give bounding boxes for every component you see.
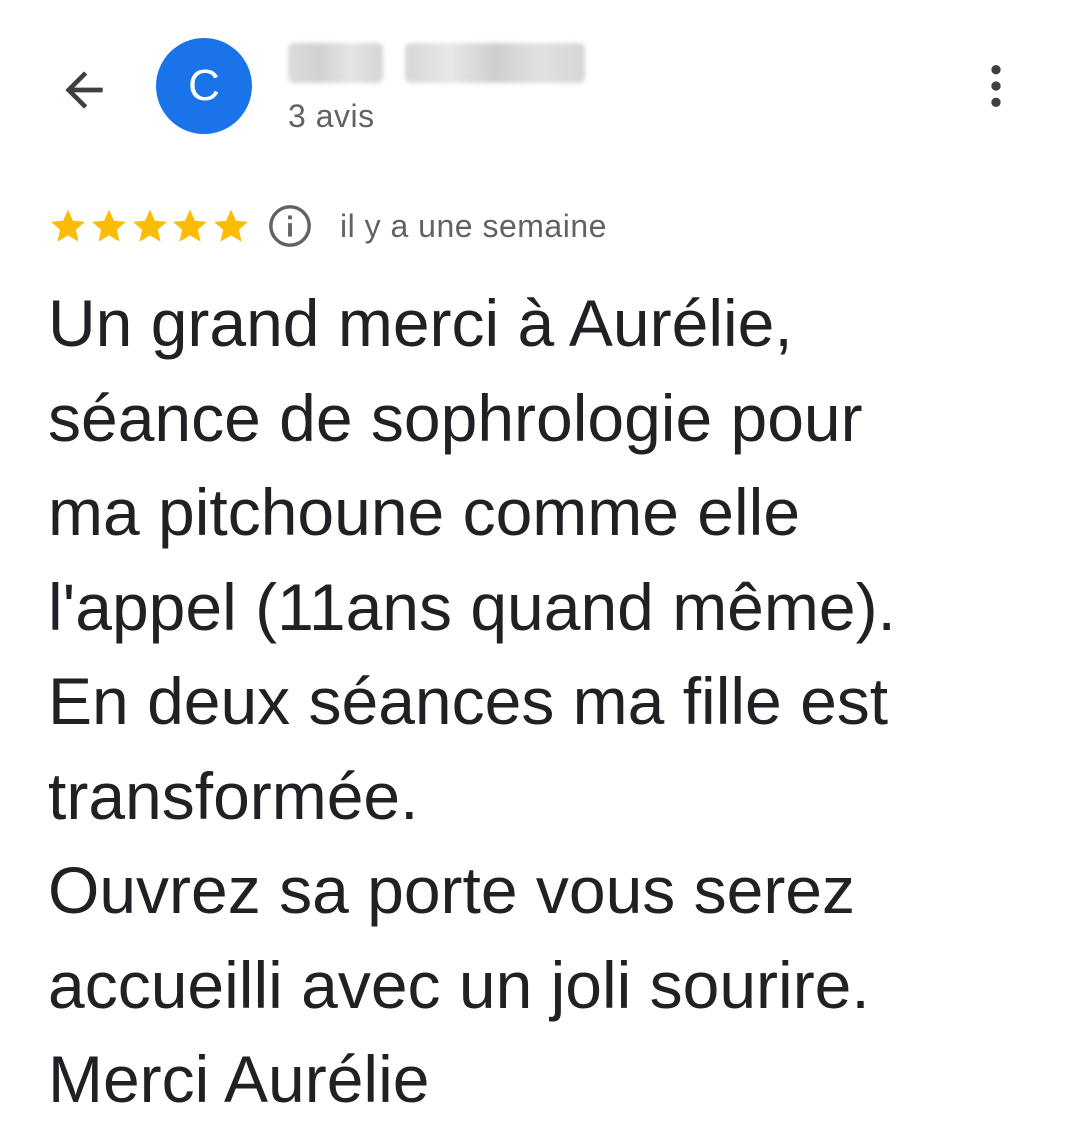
review-line: Un grand merci à Aurélie,	[48, 286, 793, 360]
star-icon	[91, 209, 126, 242]
more-vert-icon	[991, 65, 1001, 107]
review-line: ma pitchoune comme elle	[48, 475, 801, 549]
avatar[interactable]: C	[156, 38, 252, 134]
review-line: l'appel (11ans quand même).	[48, 569, 896, 644]
author-name-redacted	[288, 38, 585, 88]
star-icon	[51, 209, 85, 242]
review-line: accueilli avec un joli sourire.	[48, 947, 870, 1022]
review-line: transformée.	[48, 758, 419, 833]
review-time: il y a une semaine	[339, 207, 607, 244]
info-button[interactable]	[266, 202, 314, 250]
review-body: Un grand merci à Aurélie, séance de sophr…	[48, 276, 1038, 1127]
author-review-count: 3 avis	[288, 98, 375, 134]
review-screen: C 3 avis il y a une semaine Un grand mer…	[0, 0, 1080, 1132]
star-icon	[132, 209, 167, 242]
rating-row: il y a une semaine	[48, 198, 607, 254]
star-icon	[214, 209, 249, 242]
star-icon	[173, 209, 208, 242]
star-rating	[48, 206, 252, 246]
redacted-last-name	[405, 43, 585, 83]
more-options-button[interactable]	[968, 54, 1024, 118]
author-info[interactable]: 3 avis	[288, 38, 585, 135]
arrow-back-icon	[65, 71, 103, 109]
review-line: Merci Aurélie	[48, 1042, 430, 1116]
back-button[interactable]	[52, 58, 116, 122]
redacted-first-name	[288, 43, 383, 83]
info-icon	[269, 205, 311, 247]
review-line: séance de sophrologie pour	[48, 380, 863, 455]
avatar-letter: C	[188, 61, 220, 110]
review-line: Ouvrez sa porte vous serez	[48, 853, 856, 927]
review-line: En deux séances ma fille est	[48, 664, 889, 738]
